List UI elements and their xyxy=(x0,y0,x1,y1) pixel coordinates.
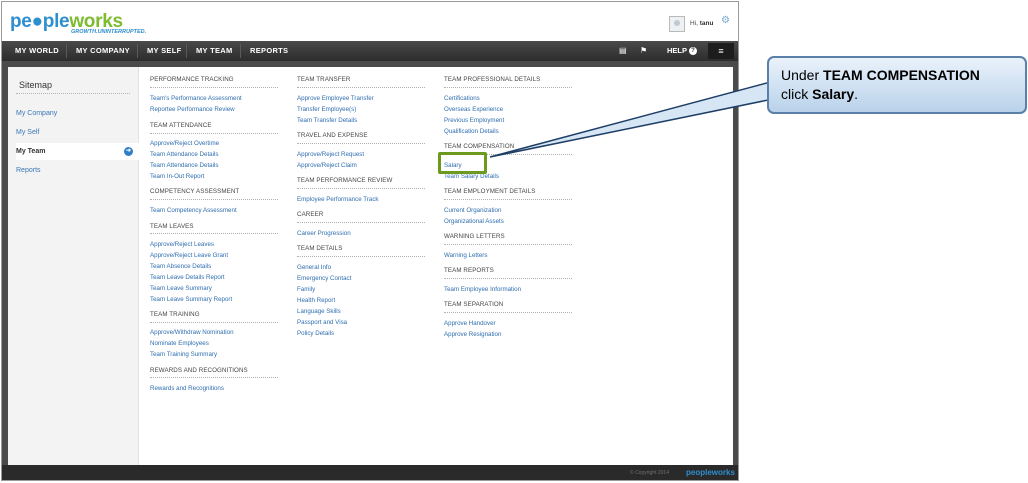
callout-text: Under xyxy=(781,67,824,83)
instruction-callout: Under TEAM COMPENSATION click Salary. xyxy=(767,56,1027,114)
callout-text: . xyxy=(854,86,859,102)
callout-bold: TEAM COMPENSATION xyxy=(823,67,980,83)
callout-pointer-shape xyxy=(489,79,779,158)
callout-text: click xyxy=(781,86,813,102)
callout-bold: Salary xyxy=(812,86,855,102)
